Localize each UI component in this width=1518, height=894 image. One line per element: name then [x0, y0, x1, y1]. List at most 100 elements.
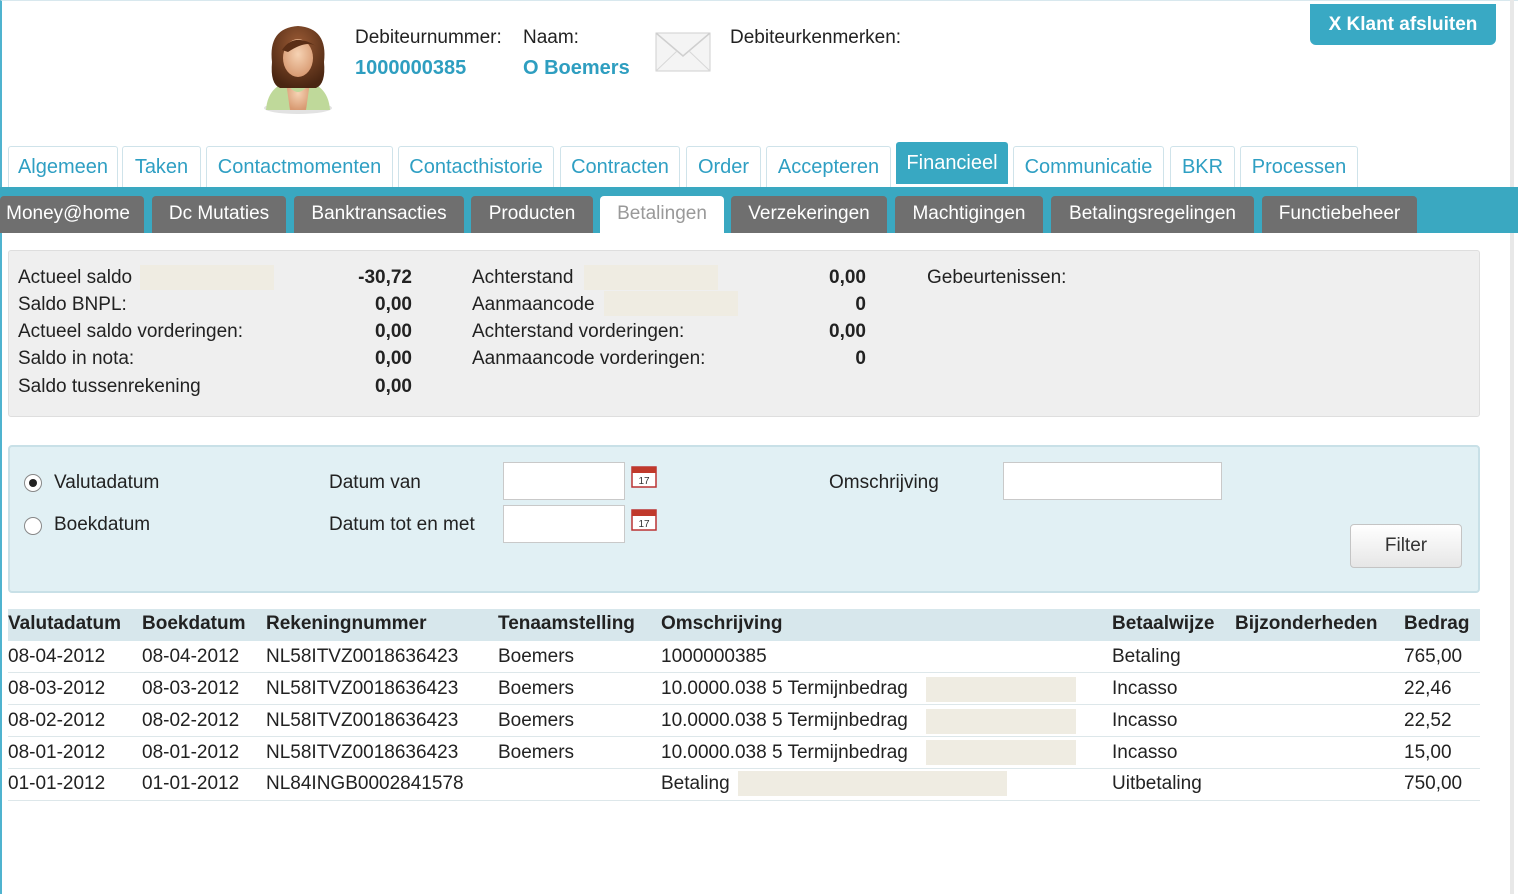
svg-text:17: 17 [638, 519, 650, 530]
date-from-label: Datum van [329, 472, 421, 493]
tab-contactmomenten[interactable]: Contactmomenten [206, 146, 393, 188]
filter-panel [8, 445, 1480, 593]
table-cell: 22,52 [1404, 710, 1452, 731]
filter-button[interactable]: Filter [1350, 524, 1462, 568]
tab-bkr[interactable]: BKR [1170, 146, 1235, 188]
table-cell: Incasso [1112, 742, 1178, 763]
radio-value-date[interactable] [24, 474, 42, 492]
radio-book-date-label[interactable]: Boekdatum [54, 514, 150, 536]
reminder-code-label: Aanmaancode [472, 294, 595, 315]
table-cell: 08-01-2012 [142, 742, 240, 763]
col-header-betaalwijze[interactable]: Betaalwijze [1112, 613, 1214, 635]
arrears-value: 0,00 [829, 267, 866, 288]
current-balance-label: Actueel saldo [18, 267, 133, 288]
bnpl-balance-label: Saldo BNPL: [18, 294, 127, 315]
subtab-betalingen[interactable]: Betalingen [600, 196, 724, 233]
redacted-area [604, 291, 738, 316]
tab-algemeen[interactable]: Algemeen [8, 146, 118, 188]
current-balance-value: -30,72 [358, 267, 412, 288]
date-to-input[interactable] [503, 505, 625, 543]
table-cell: 15,00 [1404, 742, 1452, 763]
table-cell: Incasso [1112, 678, 1178, 699]
reminder-code-value: 0 [855, 294, 866, 315]
table-cell: 1000000385 [661, 646, 767, 667]
table-cell: Incasso [1112, 710, 1178, 731]
claims-arrears-label: Achterstand vorderingen: [472, 321, 685, 342]
table-cell: NL58ITVZ0018636423 [266, 742, 459, 763]
debtor-number-label: Debiteurnummer: [355, 27, 502, 48]
table-cell: 08-04-2012 [8, 646, 106, 667]
table-cell: 08-04-2012 [142, 646, 240, 667]
row-divider [8, 736, 1480, 737]
col-header-tenaamstelling[interactable]: Tenaamstelling [498, 613, 635, 635]
redacted-area [926, 740, 1076, 765]
claims-arrears-value: 0,00 [829, 321, 866, 342]
subtab-money-at-home[interactable]: Money@home [0, 196, 144, 233]
tab-processen[interactable]: Processen [1240, 146, 1358, 188]
col-header-bedrag[interactable]: Bedrag [1404, 613, 1469, 635]
user-avatar-icon [264, 26, 332, 114]
subtab-verzekeringen[interactable]: Verzekeringen [731, 196, 887, 233]
table-cell: 08-02-2012 [142, 710, 240, 731]
claims-balance-label: Actueel saldo vorderingen: [18, 321, 243, 342]
scrollbar-track[interactable] [1510, 0, 1514, 894]
table-cell: NL58ITVZ0018636423 [266, 710, 459, 731]
subtab-banktransacties[interactable]: Banktransacties [294, 196, 464, 233]
envelope-icon[interactable] [655, 32, 711, 72]
table-cell: Betaling [661, 773, 730, 794]
debtor-number-value[interactable]: 1000000385 [355, 57, 466, 80]
table-cell: Boemers [498, 742, 575, 763]
subtab-functiebeheer[interactable]: Functiebeheer [1262, 196, 1417, 233]
col-header-boekdatum[interactable]: Boekdatum [142, 613, 245, 635]
tab-order[interactable]: Order [686, 146, 761, 188]
table-cell: NL84INGB0002841578 [266, 773, 464, 794]
redacted-area [926, 677, 1076, 702]
col-header-omschrijving[interactable]: Omschrijving [661, 613, 782, 635]
tab-communicatie[interactable]: Communicatie [1013, 146, 1164, 188]
radio-book-date[interactable] [24, 517, 42, 535]
claims-reminder-code-label: Aanmaancode vorderingen: [472, 348, 706, 369]
tab-contracten[interactable]: Contracten [560, 146, 680, 188]
col-header-rekeningnummer[interactable]: Rekeningnummer [266, 613, 426, 635]
subtab-machtigingen[interactable]: Machtigingen [895, 196, 1043, 233]
col-header-bijzonderheden[interactable]: Bijzonderheden [1235, 613, 1378, 635]
svg-text:17: 17 [638, 476, 650, 487]
table-cell: 750,00 [1404, 773, 1463, 794]
table-cell: 08-03-2012 [142, 678, 240, 699]
tab-financieel[interactable]: Financieel [896, 142, 1008, 184]
row-divider [8, 768, 1480, 769]
table-cell: 10.0000.038 5 Termijnbedrag [661, 710, 908, 731]
customer-name-value[interactable]: O Boemers [523, 57, 630, 80]
table-cell: Boemers [498, 678, 575, 699]
col-header-valutadatum[interactable]: Valutadatum [8, 613, 121, 635]
table-cell: Uitbetaling [1112, 773, 1202, 794]
table-cell: 10.0000.038 5 Termijnbedrag [661, 678, 908, 699]
tab-taken[interactable]: Taken [122, 146, 201, 188]
redacted-area [140, 265, 274, 290]
interim-balance-value: 0,00 [375, 376, 412, 397]
table-cell: 08-02-2012 [8, 710, 106, 731]
calendar-icon[interactable]: 17 [631, 507, 657, 531]
table-cell: Betaling [1112, 646, 1181, 667]
radio-value-date-label[interactable]: Valutadatum [54, 472, 159, 494]
subtab-betalingsregelingen[interactable]: Betalingsregelingen [1051, 196, 1254, 233]
tab-accepteren[interactable]: Accepteren [766, 146, 891, 188]
interim-balance-label: Saldo tussenrekening [18, 376, 201, 397]
claims-balance-value: 0,00 [375, 321, 412, 342]
calendar-icon[interactable]: 17 [631, 464, 657, 488]
redacted-area [584, 265, 718, 290]
invoice-balance-label: Saldo in nota: [18, 348, 135, 369]
tab-contacthistorie[interactable]: Contacthistorie [398, 146, 554, 188]
table-cell: 08-01-2012 [8, 742, 106, 763]
subtab-producten[interactable]: Producten [471, 196, 593, 233]
description-input[interactable] [1003, 462, 1222, 500]
table-cell: 10.0000.038 5 Termijnbedrag [661, 742, 908, 763]
row-divider [8, 800, 1480, 801]
subtab-dc-mutaties[interactable]: Dc Mutaties [152, 196, 286, 233]
close-customer-button[interactable]: X Klant afsluiten [1310, 4, 1496, 45]
invoice-balance-value: 0,00 [375, 348, 412, 369]
description-label: Omschrijving [829, 472, 939, 493]
row-divider [8, 672, 1480, 673]
name-label: Naam: [523, 27, 579, 48]
date-from-input[interactable] [503, 462, 625, 500]
